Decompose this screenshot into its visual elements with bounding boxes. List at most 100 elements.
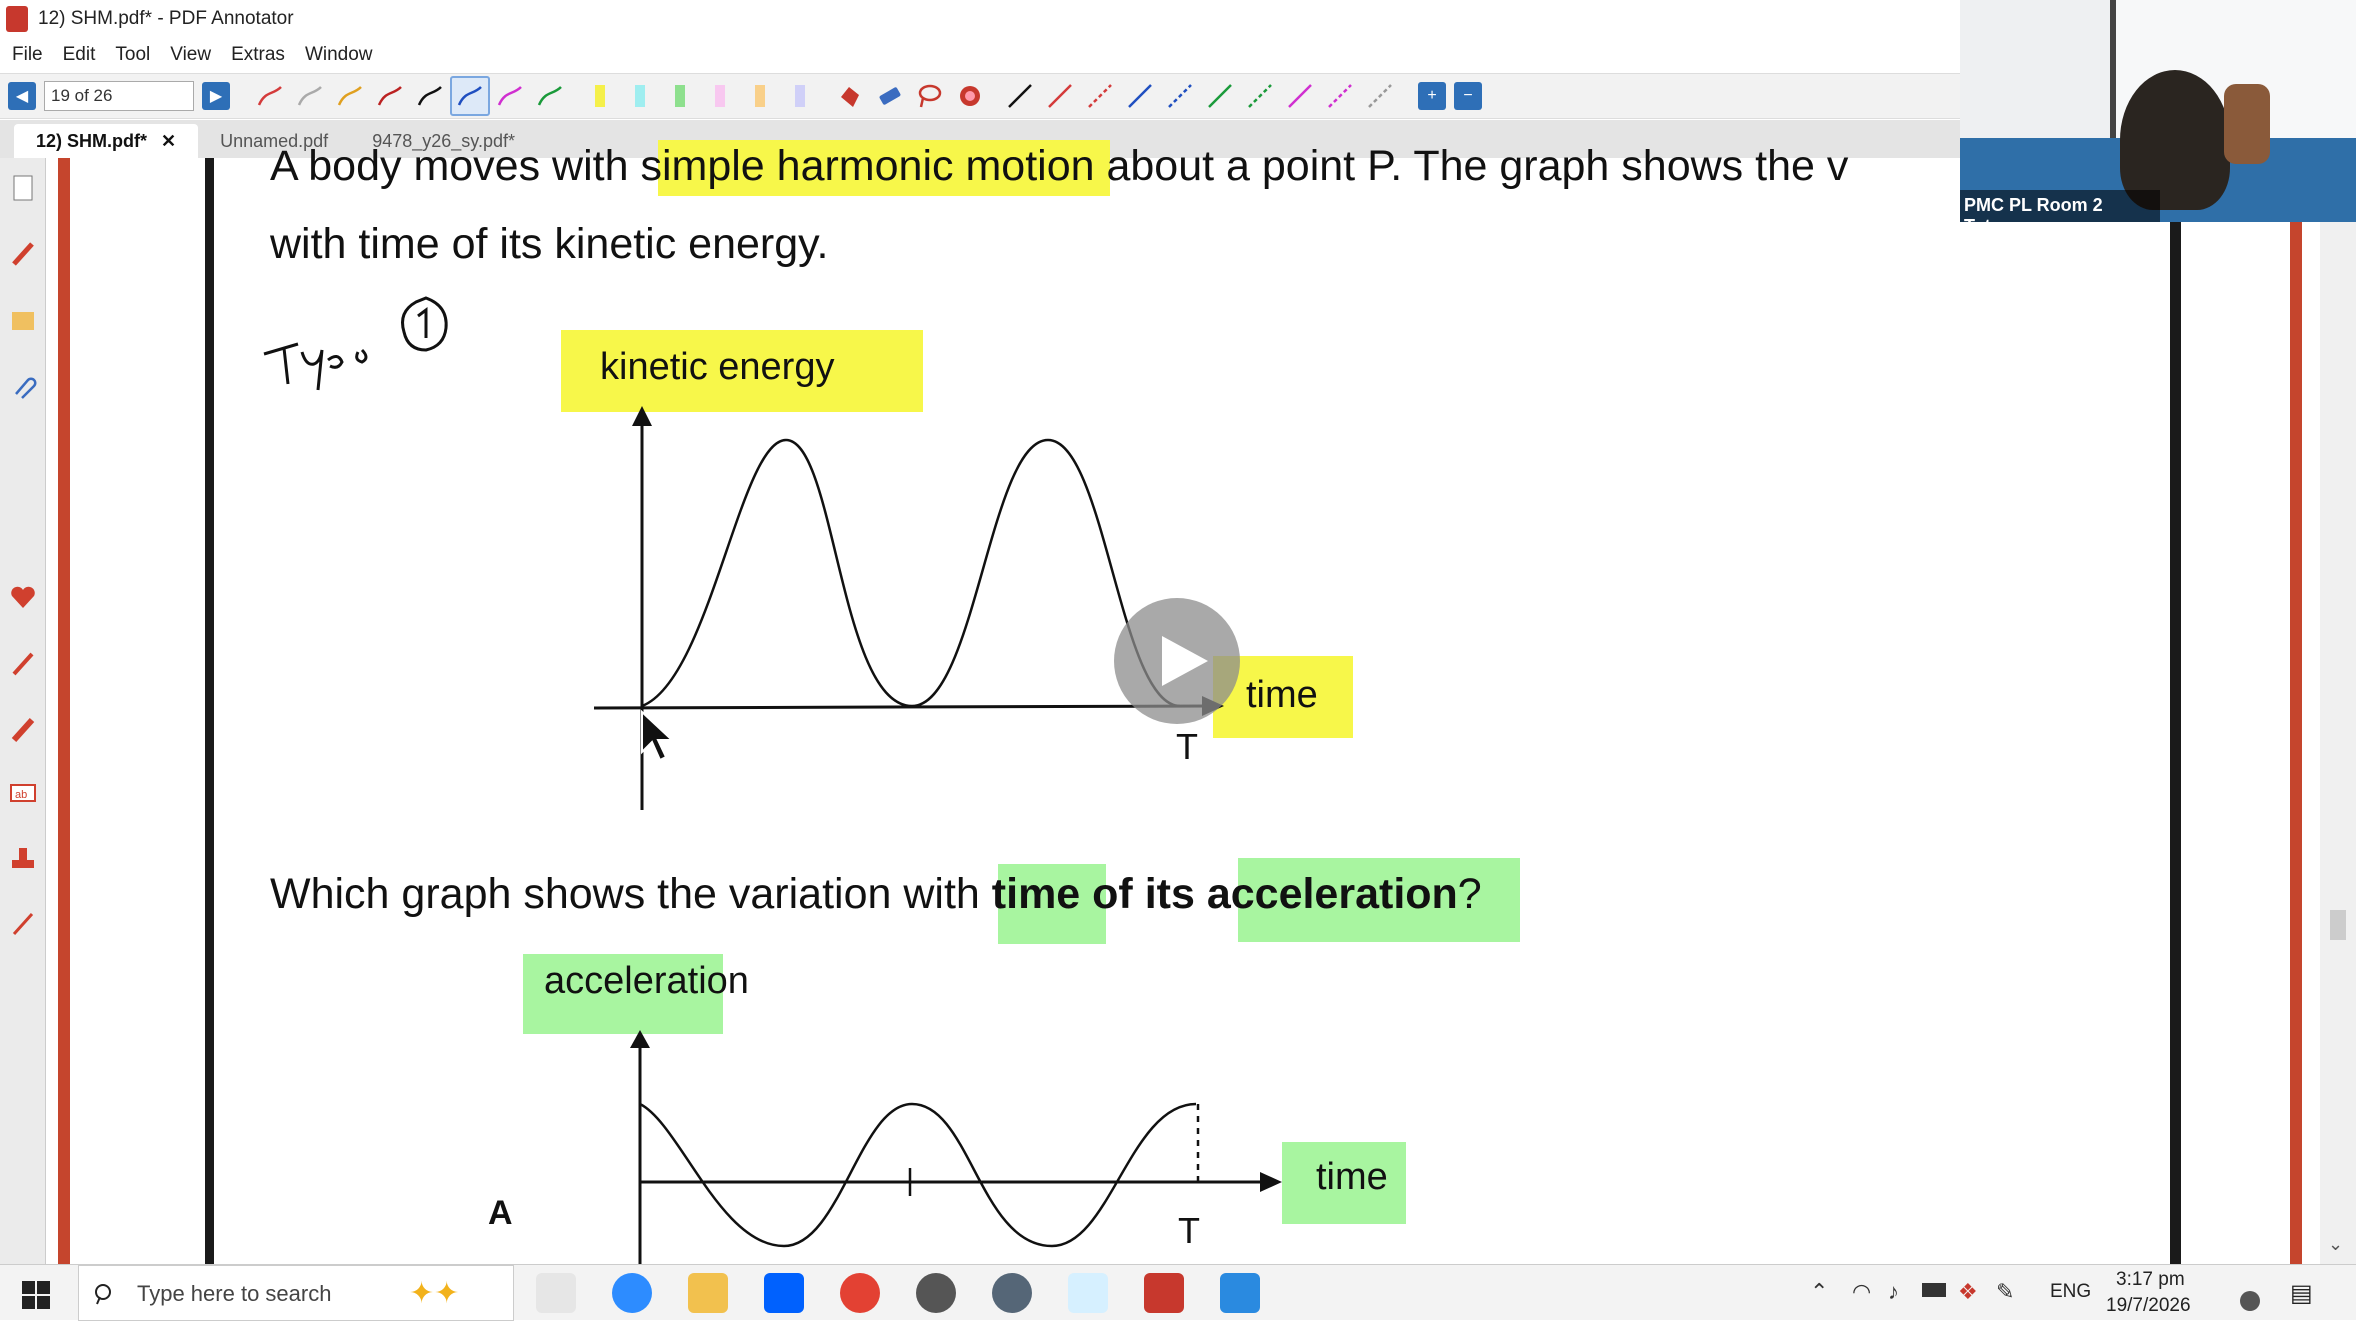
highlighter-pink-icon[interactable] bbox=[700, 76, 740, 116]
webcam-chair bbox=[2224, 84, 2270, 164]
line-red-dashed-icon[interactable] bbox=[1080, 76, 1120, 116]
search-placeholder: Type here to search bbox=[137, 1281, 332, 1306]
language-indicator[interactable]: ENG bbox=[2050, 1281, 2091, 1303]
menu-view[interactable]: View bbox=[170, 44, 211, 66]
battery-icon[interactable] bbox=[1922, 1283, 1946, 1297]
record-icon[interactable] bbox=[950, 76, 990, 116]
line-black-icon[interactable] bbox=[1000, 76, 1040, 116]
hand-icon[interactable] bbox=[830, 76, 870, 116]
paperclip-icon[interactable] bbox=[8, 372, 38, 402]
wifi-icon[interactable]: ◠ bbox=[1852, 1279, 1871, 1305]
line-blue-icon[interactable] bbox=[1120, 76, 1160, 116]
volume-icon[interactable]: ♪ bbox=[1888, 1279, 1899, 1305]
line-green-icon[interactable] bbox=[1200, 76, 1240, 116]
chevron-down-icon[interactable]: ⌄ bbox=[2328, 1234, 2343, 1255]
arrow-tool-icon[interactable] bbox=[8, 908, 38, 938]
toolbar: ◀ 19 of 26 ▶ + − bbox=[0, 73, 1960, 119]
taskbar-search-box[interactable]: Type here to search ✦✦ bbox=[78, 1265, 514, 1321]
menu-file[interactable]: File bbox=[12, 44, 43, 66]
pen-icon[interactable] bbox=[8, 238, 38, 268]
text-box-icon[interactable]: ab bbox=[8, 778, 38, 808]
heart-icon[interactable] bbox=[8, 582, 38, 612]
taskbar: Type here to search ✦✦ ⌃ ◠ ♪ ❖ ✎ ENG 3:1… bbox=[0, 1264, 2356, 1321]
windows-start-icon[interactable] bbox=[22, 1281, 50, 1309]
pen-red-icon[interactable] bbox=[250, 76, 290, 116]
question-2-text: Which graph shows the variation with bbox=[270, 870, 992, 918]
sticky-note-icon[interactable] bbox=[8, 306, 38, 336]
task-view-icon[interactable] bbox=[536, 1273, 576, 1313]
tray-chevron-icon[interactable]: ⌃ bbox=[1810, 1279, 1828, 1305]
question-line-1: A body moves with simple harmonic motion… bbox=[270, 142, 1849, 190]
menu-edit[interactable]: Edit bbox=[63, 44, 96, 66]
clock-time[interactable]: 3:17 pm bbox=[2116, 1269, 2185, 1291]
previous-page-button[interactable]: ◀ bbox=[8, 82, 36, 110]
svg-text:ab: ab bbox=[15, 789, 27, 801]
right-margin-line bbox=[2290, 158, 2302, 1264]
line-gray-dashed-icon[interactable] bbox=[1360, 76, 1400, 116]
clock-app-icon[interactable] bbox=[916, 1273, 956, 1313]
scrollbar-thumb[interactable] bbox=[2330, 910, 2346, 940]
handwriting-type-1 bbox=[263, 296, 448, 391]
page-icon[interactable] bbox=[8, 172, 38, 202]
line-red-icon[interactable] bbox=[1040, 76, 1080, 116]
graph1-ylabel: kinetic energy bbox=[600, 346, 835, 388]
pen-black-icon[interactable] bbox=[410, 76, 450, 116]
search-icon bbox=[95, 1284, 111, 1305]
webcam-label: PMC PL Room 2 Tuto... bbox=[1960, 190, 2160, 222]
pen-darkred-icon[interactable] bbox=[370, 76, 410, 116]
clock-date[interactable]: 19/7/2026 bbox=[2106, 1295, 2191, 1317]
option-a-label: A bbox=[488, 1194, 513, 1232]
left-margin-line bbox=[58, 158, 70, 1264]
question-2: Which graph shows the variation with tim… bbox=[270, 870, 1482, 919]
eraser-icon[interactable] bbox=[870, 76, 910, 116]
highlighter-green-icon[interactable] bbox=[660, 76, 700, 116]
w-app-icon[interactable] bbox=[1068, 1273, 1108, 1313]
highlighter-cyan-icon[interactable] bbox=[620, 76, 660, 116]
webcam-person bbox=[2120, 70, 2230, 210]
image-app-icon[interactable] bbox=[1220, 1273, 1260, 1313]
highlighter-orange-icon[interactable] bbox=[740, 76, 780, 116]
next-page-button[interactable]: ▶ bbox=[202, 82, 230, 110]
file-explorer-icon[interactable] bbox=[688, 1273, 728, 1313]
pen-gray-icon[interactable] bbox=[290, 76, 330, 116]
close-icon[interactable]: ✕ bbox=[161, 131, 176, 152]
menu-extras[interactable]: Extras bbox=[231, 44, 285, 66]
pen-magenta-icon[interactable] bbox=[490, 76, 530, 116]
line-blue-dashed-icon[interactable] bbox=[1160, 76, 1200, 116]
dropbox-icon[interactable] bbox=[764, 1273, 804, 1313]
marker-icon[interactable] bbox=[8, 648, 38, 678]
menu-tool[interactable]: Tool bbox=[115, 44, 150, 66]
plus-icon: + bbox=[1427, 87, 1437, 104]
page-number-field[interactable]: 19 of 26 bbox=[44, 81, 194, 111]
zoom-in-button[interactable]: + bbox=[1418, 82, 1446, 110]
highlighter-lavender-icon[interactable] bbox=[780, 76, 820, 116]
chrome-icon[interactable] bbox=[840, 1273, 880, 1313]
play-button[interactable] bbox=[1112, 596, 1242, 726]
highlighter-icon[interactable] bbox=[8, 714, 38, 744]
pen-orange-icon[interactable] bbox=[330, 76, 370, 116]
tab-label: 12) SHM.pdf* bbox=[36, 130, 148, 151]
mouse-cursor bbox=[641, 710, 675, 762]
highlighter-yellow-icon[interactable] bbox=[580, 76, 620, 116]
line-magenta-icon[interactable] bbox=[1280, 76, 1320, 116]
pen-green-icon[interactable] bbox=[530, 76, 570, 116]
question-line-2: with time of its kinetic energy. bbox=[270, 220, 829, 268]
zoom-out-button[interactable]: − bbox=[1454, 82, 1482, 110]
stamp-icon[interactable] bbox=[8, 844, 38, 874]
finale-app-icon[interactable] bbox=[992, 1273, 1032, 1313]
tab-shm-pdf[interactable]: 12) SHM.pdf* ✕ bbox=[14, 124, 199, 158]
graph1-y-arrow bbox=[632, 406, 652, 426]
line-green-dashed-icon[interactable] bbox=[1240, 76, 1280, 116]
pdf-annotator-taskbar-icon[interactable] bbox=[1144, 1273, 1184, 1313]
dropbox-tray-icon[interactable]: ❖ bbox=[1958, 1279, 1978, 1305]
pen-blue-icon[interactable] bbox=[450, 76, 490, 116]
line-magenta-dashed-icon[interactable] bbox=[1320, 76, 1360, 116]
left-toolstrip: ab bbox=[0, 158, 46, 1264]
pen-tray-icon[interactable]: ✎ bbox=[1996, 1279, 2014, 1305]
action-center-icon[interactable]: ▤ bbox=[2290, 1279, 2313, 1308]
lasso-icon[interactable] bbox=[910, 76, 950, 116]
zoom-app-icon[interactable] bbox=[612, 1273, 652, 1313]
vertical-scrollbar[interactable]: ⌄ bbox=[2320, 158, 2356, 1264]
notification-badge-icon[interactable] bbox=[2240, 1291, 2260, 1311]
menu-window[interactable]: Window bbox=[305, 44, 373, 66]
